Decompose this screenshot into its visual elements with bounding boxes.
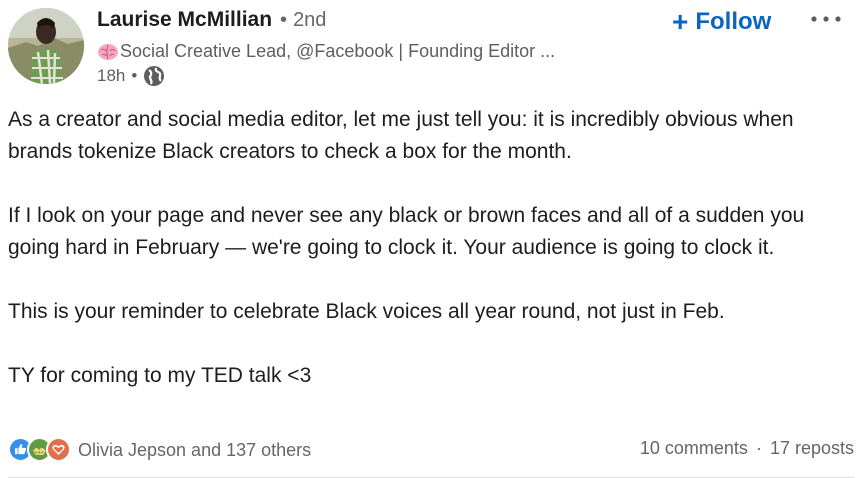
love-icon <box>46 437 71 462</box>
globe-icon <box>144 66 165 86</box>
follow-button-label: Follow <box>695 8 772 35</box>
brain-icon <box>98 43 118 60</box>
author-photo <box>8 8 84 84</box>
post-text: As a creator and social media editor, le… <box>8 104 858 392</box>
post-paragraph: If I look on your page and never see any… <box>8 204 805 259</box>
feed-post: Laurise McMillian • 2nd Social Creative L… <box>0 0 862 478</box>
counts-separator: · <box>755 438 762 458</box>
comments-count[interactable]: 10 comments <box>640 438 748 458</box>
reactions-summary[interactable]: Olivia Jepson and 137 others <box>78 440 311 461</box>
engagement-counts: 10 comments · 17 reposts <box>640 438 854 459</box>
ellipsis-icon <box>811 16 841 22</box>
more-options-button[interactable] <box>806 4 846 34</box>
social-counts-bar: Olivia Jepson and 137 others 10 comments… <box>8 436 854 464</box>
author-info: Laurise McMillian • 2nd Social Creative L… <box>97 8 555 86</box>
author-headline-text: Social Creative Lead, @Facebook | Foundi… <box>120 41 556 61</box>
reaction-icons[interactable] <box>8 437 74 463</box>
post-meta: 18h • <box>97 65 165 87</box>
author-name[interactable]: Laurise McMillian <box>97 8 272 32</box>
reposts-count[interactable]: 17 reposts <box>770 438 854 458</box>
follow-button[interactable]: + Follow <box>672 6 771 38</box>
connection-degree-value: 2nd <box>293 9 327 31</box>
author-name-line: Laurise McMillian • 2nd <box>97 8 326 38</box>
plus-icon: + <box>672 6 689 37</box>
meta-separator: • <box>131 66 138 85</box>
connection-degree: • 2nd <box>280 9 327 31</box>
post-paragraph: As a creator and social media editor, le… <box>8 108 794 163</box>
post-paragraph: This is your reminder to celebrate Black… <box>8 300 725 323</box>
post-paragraph: TY for coming to my TED talk <3 <box>8 364 312 387</box>
posted-time[interactable]: 18h <box>97 66 125 86</box>
author-headline: Social Creative Lead, @Facebook | Foundi… <box>97 41 617 62</box>
author-avatar[interactable] <box>8 8 84 84</box>
